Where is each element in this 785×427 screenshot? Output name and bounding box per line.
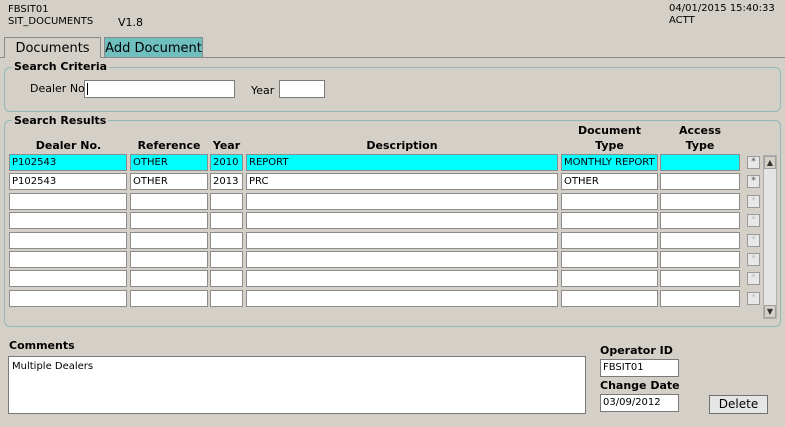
column-header-description: Description [366,139,438,152]
reference-cell[interactable]: OTHER [130,154,208,171]
datetime: 04/01/2015 15:40:33 [669,3,775,14]
tab-documents[interactable]: Documents [4,37,101,58]
reference-cell[interactable] [130,270,208,287]
year-cell[interactable]: 2013 [210,173,243,190]
row-select-button[interactable]: * [747,272,760,285]
description-cell[interactable] [246,193,558,210]
description-cell[interactable]: PRC [246,173,558,190]
row-select-button[interactable]: * [747,253,760,266]
description-cell[interactable] [246,251,558,268]
document-type-cell[interactable] [561,251,658,268]
description-cell[interactable]: REPORT [246,154,558,171]
scroll-up-arrow-icon[interactable]: ▲ [764,156,776,169]
description-cell[interactable] [246,232,558,249]
change-date-label: Change Date [600,379,680,392]
delete-button[interactable]: Delete [709,395,768,414]
column-header-year: Year [212,139,241,152]
column-header-document-type-line1: Document [577,124,642,137]
access-type-cell[interactable] [660,270,740,287]
year-cell[interactable] [210,232,243,249]
dealer-cell[interactable] [9,212,127,229]
access-type-cell[interactable] [660,290,740,307]
results-scrollbar[interactable]: ▲ ▼ [763,155,777,319]
tab-add-document[interactable]: Add Document [104,37,203,58]
search-criteria-title: Search Criteria [12,60,110,73]
reference-cell[interactable] [130,251,208,268]
document-type-cell[interactable] [561,212,658,229]
year-cell[interactable] [210,212,243,229]
text-cursor [87,83,88,95]
tab-divider [0,57,785,58]
document-type-cell[interactable] [561,193,658,210]
row-select-button[interactable]: * [747,175,760,188]
description-cell[interactable] [246,212,558,229]
year-cell[interactable]: 2010 [210,154,243,171]
reference-cell[interactable] [130,193,208,210]
access-type-cell[interactable] [660,251,740,268]
row-select-button[interactable]: * [747,234,760,247]
scroll-down-arrow-icon[interactable]: ▼ [764,305,776,318]
year-cell[interactable] [210,290,243,307]
reference-cell[interactable] [130,232,208,249]
operator-id-field[interactable]: FBSIT01 [600,359,679,377]
column-header-dealer: Dealer No. [35,139,102,152]
access-type-cell[interactable] [660,193,740,210]
reference-cell[interactable] [130,212,208,229]
form-id: FBSIT01 [8,4,49,15]
access-type-cell[interactable] [660,232,740,249]
column-header-access-type-line2: Type [685,139,715,152]
document-type-cell[interactable]: OTHER [561,173,658,190]
comments-textarea[interactable]: Multiple Dealers [8,356,586,414]
dealer-cell[interactable] [9,290,127,307]
form-name: SIT_DOCUMENTS [8,16,94,27]
column-header-access-type-line1: Access [678,124,722,137]
reference-cell[interactable] [130,290,208,307]
version-label: V1.8 [118,16,144,29]
dealer-cell[interactable] [9,232,127,249]
dealer-cell[interactable] [9,193,127,210]
column-header-document-type-line2: Type [595,139,624,152]
year-cell[interactable] [210,251,243,268]
access-type-cell[interactable] [660,212,740,229]
active-tab-gap [5,57,100,58]
access-type-cell[interactable] [660,154,740,171]
dealer-cell[interactable] [9,251,127,268]
document-type-cell[interactable]: MONTHLY REPORT [561,154,658,171]
year-cell[interactable] [210,270,243,287]
reference-cell[interactable]: OTHER [130,173,208,190]
dealer-no-input[interactable] [84,80,235,98]
access-type-cell[interactable] [660,173,740,190]
document-type-cell[interactable] [561,290,658,307]
environment-label: ACTT [669,15,695,26]
document-type-cell[interactable] [561,232,658,249]
operator-id-label: Operator ID [600,344,673,357]
dealer-cell[interactable] [9,270,127,287]
row-select-button[interactable]: * [747,214,760,227]
search-results-title: Search Results [12,114,109,127]
column-header-reference: Reference [137,139,201,152]
year-input[interactable] [279,80,325,98]
description-cell[interactable] [246,290,558,307]
comments-label: Comments [9,339,75,352]
dealer-no-label: Dealer No. [30,82,89,95]
dealer-cell[interactable]: P102543 [9,173,127,190]
change-date-field[interactable]: 03/09/2012 [600,394,679,412]
document-type-cell[interactable] [561,270,658,287]
row-select-button[interactable]: * [747,156,760,169]
year-cell[interactable] [210,193,243,210]
dealer-cell[interactable]: P102543 [9,154,127,171]
row-select-button[interactable]: * [747,195,760,208]
description-cell[interactable] [246,270,558,287]
year-label: Year [251,84,275,97]
row-select-button[interactable]: * [747,292,760,305]
